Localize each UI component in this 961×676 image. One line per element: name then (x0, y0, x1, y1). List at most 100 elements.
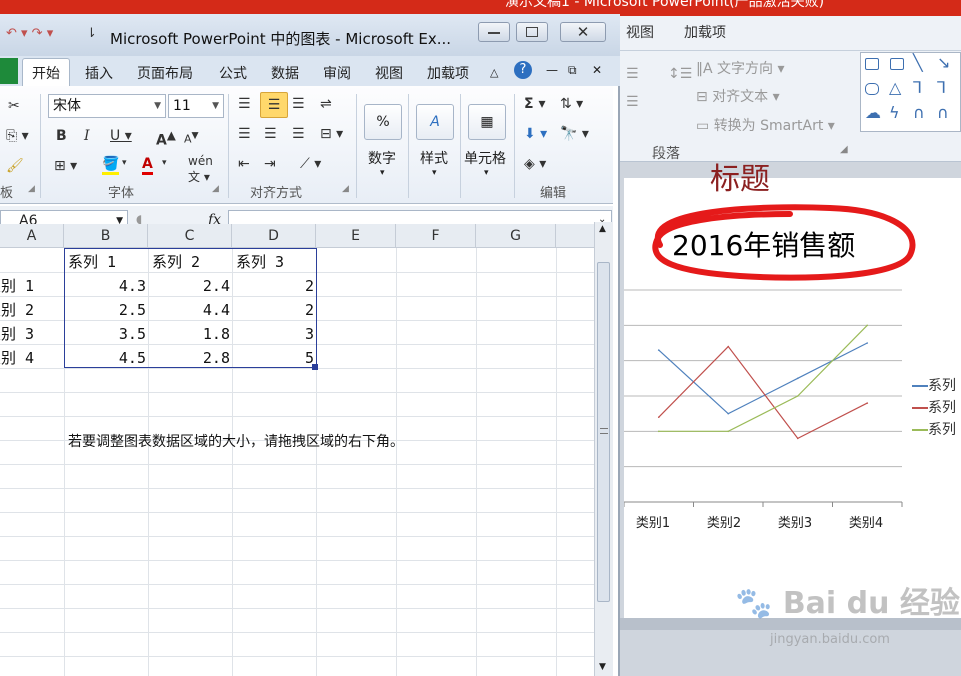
tab-review[interactable]: 审阅 (323, 63, 351, 83)
align-center-icon[interactable]: ☰ (264, 126, 277, 142)
ppt-tab-view[interactable]: 视图 (626, 22, 654, 42)
window-restore-icon[interactable]: ⧉ (568, 63, 577, 78)
lightning-shape-icon[interactable]: ϟ (889, 103, 900, 122)
elbow-connector-shape-icon[interactable]: ⅂ (913, 78, 922, 97)
data-cell[interactable]: 3 (232, 322, 314, 346)
data-point-s3-1[interactable] (657, 430, 660, 433)
cells-icon[interactable]: ▦ (468, 104, 506, 140)
data-cell[interactable]: 2.4 (148, 274, 230, 298)
header-cell-series-3[interactable]: 系列 3 (236, 250, 284, 274)
clipboard-launcher-icon[interactable]: ◢ (28, 184, 35, 194)
tab-insert[interactable]: 插入 (85, 63, 113, 83)
alignment-launcher-icon[interactable]: ◢ (342, 184, 349, 194)
row-label-cell[interactable]: 类别 3 (0, 322, 34, 346)
merge-center-icon[interactable]: ⊟ ▾ (320, 126, 343, 142)
line-chart[interactable] (624, 280, 924, 510)
cells-button[interactable]: 单元格 (464, 148, 506, 168)
data-cell[interactable]: 4.4 (148, 298, 230, 322)
arrow-shape-icon[interactable]: ↘ (937, 53, 950, 72)
undo-icon[interactable]: ↶ ▾ ↷ ▾ (6, 26, 53, 41)
column-header-h[interactable] (556, 224, 594, 248)
number-button[interactable]: 数字 (368, 148, 396, 168)
font-size-select[interactable]: 11 ▼ (168, 94, 224, 118)
grow-font-icon[interactable]: A▲ (156, 128, 176, 149)
convert-smartart-button[interactable]: ▭ 转换为 SmartArt ▾ (696, 115, 835, 135)
series-line-1[interactable] (658, 342, 868, 415)
data-cell[interactable]: 5 (232, 346, 314, 370)
column-header-g[interactable]: G (476, 224, 556, 248)
curved-connector-shape-icon[interactable]: ∩ (937, 103, 949, 122)
orientation-icon[interactable]: ⟋ ▾ (300, 156, 321, 172)
data-point-s3-4[interactable] (866, 324, 869, 327)
data-cell[interactable]: 1.8 (148, 322, 230, 346)
tab-addins[interactable]: 加载项 (427, 63, 469, 83)
rounded-rect-shape-icon[interactable] (865, 83, 879, 95)
row-label-cell[interactable]: 类别 1 (0, 274, 34, 298)
scroll-down-icon[interactable]: ▼ (599, 662, 606, 672)
font-color-dropdown-icon[interactable]: ▾ (162, 158, 167, 168)
header-cell-series-1[interactable]: 系列 1 (68, 250, 116, 274)
window-close-icon[interactable]: ✕ (592, 63, 602, 77)
worksheet-grid[interactable]: A B C D E F G 系列 1 系列 2 系列 3 类别 1 4.3 2.… (0, 224, 594, 676)
font-launcher-icon[interactable]: ◢ (212, 184, 219, 194)
bold-icon[interactable]: B (56, 128, 67, 144)
list-icon[interactable]: ☰ (626, 66, 639, 82)
styles-dropdown-icon[interactable]: ▾ (432, 168, 437, 178)
line-spacing-icon[interactable]: ↕☰ (668, 66, 692, 82)
help-icon[interactable]: ? (514, 61, 532, 79)
dialog-launcher-icon[interactable]: ◢ (840, 144, 848, 155)
fill-icon[interactable]: ⬇ ▾ (524, 126, 547, 142)
column-header-b[interactable]: B (64, 224, 148, 248)
shrink-font-icon[interactable]: A▼ (184, 130, 199, 146)
format-painter-icon[interactable]: 🖌 (6, 158, 24, 174)
curve-shape-icon[interactable]: ∩ (913, 103, 925, 122)
copy-icon[interactable]: ⎘ ▾ (6, 128, 29, 144)
column-header-f[interactable]: F (396, 224, 476, 248)
elbow-arrow-shape-icon[interactable]: ⅂ (937, 78, 946, 97)
data-point-s1-1[interactable] (657, 349, 660, 351)
align-bottom-icon[interactable]: ☰ (292, 96, 305, 112)
window-minimize-icon[interactable]: — (546, 63, 558, 77)
text-direction-button[interactable]: ‖A 文字方向 ▾ (696, 58, 785, 78)
data-point-s3-3[interactable] (796, 395, 799, 397)
close-button[interactable]: ✕ (560, 22, 606, 42)
cells-dropdown-icon[interactable]: ▾ (484, 168, 489, 178)
phonetic-guide-icon[interactable]: wén 文 ▾ (188, 154, 213, 185)
ppt-tab-addins[interactable]: 加载项 (684, 22, 726, 42)
data-point-s2-3[interactable] (796, 437, 799, 440)
data-cell[interactable]: 2.8 (148, 346, 230, 370)
row-label-cell[interactable]: 类别 4 (0, 346, 34, 370)
clear-icon[interactable]: ◈ ▾ (524, 156, 546, 172)
column-header-a[interactable]: A (0, 224, 64, 248)
data-point-s3-2[interactable] (727, 430, 730, 433)
decrease-indent-icon[interactable]: ⇤ (238, 156, 250, 172)
fill-color-icon[interactable]: 🪣 (102, 156, 120, 175)
align-right-icon[interactable]: ☰ (292, 126, 305, 142)
qat-customize-icon[interactable]: ⇂ (86, 26, 97, 41)
tab-view[interactable]: 视图 (375, 63, 403, 83)
data-point-s2-1[interactable] (657, 416, 660, 418)
minimize-button[interactable] (478, 22, 510, 42)
scroll-up-icon[interactable]: ▲ (599, 224, 606, 234)
data-point-s2-2[interactable] (727, 345, 730, 348)
textbox-shape-icon[interactable] (865, 58, 879, 70)
align-left-icon[interactable]: ☰ (238, 126, 251, 142)
maximize-button[interactable] (516, 22, 548, 42)
tab-data[interactable]: 数据 (271, 63, 299, 83)
increase-indent-icon[interactable]: ⇥ (264, 156, 276, 172)
styles-icon[interactable]: A (416, 104, 454, 140)
data-cell[interactable]: 4.5 (64, 346, 146, 370)
indent-icon[interactable]: ☰ (626, 94, 639, 110)
sort-filter-icon[interactable]: ⇅ ▾ (560, 96, 583, 112)
wrap-text-icon[interactable]: ⇌ (320, 96, 332, 112)
align-middle-icon[interactable]: ☰ (260, 92, 288, 118)
vertical-textbox-shape-icon[interactable] (890, 58, 904, 70)
line-shape-icon[interactable]: ╲ (913, 53, 923, 72)
tab-home[interactable]: 开始 (32, 63, 60, 83)
data-point-s1-3[interactable] (796, 377, 799, 380)
tab-page-layout[interactable]: 页面布局 (137, 63, 193, 83)
data-point-s2-4[interactable] (866, 402, 869, 404)
italic-icon[interactable]: I (84, 128, 90, 144)
data-point-s1-2[interactable] (727, 412, 730, 415)
data-cell[interactable]: 3.5 (64, 322, 146, 346)
